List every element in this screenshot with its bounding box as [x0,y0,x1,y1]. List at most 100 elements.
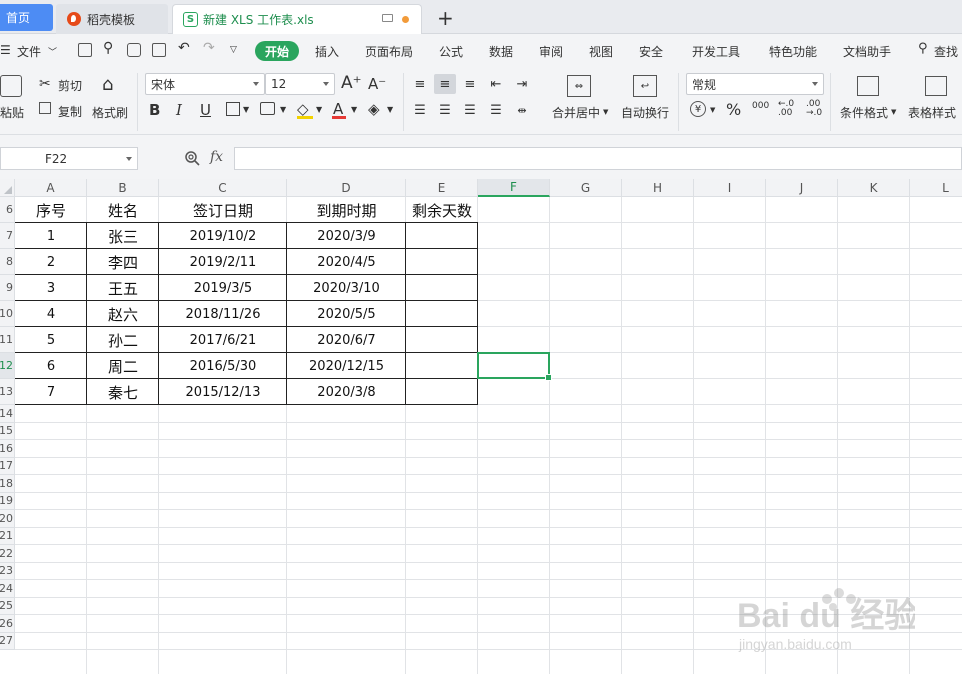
menu-file[interactable]: 文件 [17,43,41,60]
tab-template[interactable]: 稻壳模板 [56,4,168,34]
redo-icon[interactable]: ↷ [203,40,215,56]
column-header-l[interactable]: L [910,179,962,197]
undo-icon[interactable]: ↶ [178,40,190,56]
column-header-a[interactable]: A [15,179,87,197]
row-header-25[interactable]: 25 [0,597,15,615]
chevron-down-icon[interactable]: ▼ [316,105,322,114]
distribute-icon[interactable]: ⇹ [512,100,532,120]
underline-button[interactable]: U [200,101,211,119]
align-center-icon[interactable]: ☰ [434,100,456,120]
menu-review[interactable]: 审阅 [539,43,563,60]
selected-cell[interactable] [477,352,552,381]
table-cell[interactable]: 6 [15,353,87,379]
table-cell[interactable]: 孙二 [87,327,159,353]
table-cell[interactable]: 7 [15,379,87,405]
font-name-select[interactable]: 宋体 [145,73,265,95]
zoom-icon[interactable] [184,150,200,166]
decrease-indent-icon[interactable]: ⇤ [486,74,506,94]
column-header-i[interactable]: I [694,179,766,197]
row-header-23[interactable]: 23 [0,562,15,580]
menu-search[interactable]: 查找 [934,43,958,60]
table-cell[interactable] [406,301,478,327]
table-cell[interactable] [406,353,478,379]
menu-home[interactable]: 开始 [255,41,299,61]
column-header-k[interactable]: K [838,179,910,197]
column-header-e[interactable]: E [406,179,478,197]
row-header-22[interactable]: 22 [0,545,15,563]
column-header-f[interactable]: F [478,179,550,197]
menu-view[interactable]: 视图 [589,43,613,60]
name-box[interactable]: F22 [0,147,138,170]
column-header-g[interactable]: G [550,179,622,197]
format-painter-button[interactable]: 格式刷 [92,104,128,121]
menu-data[interactable]: 数据 [489,43,513,60]
row-header-15[interactable]: 15 [0,422,15,440]
table-cell[interactable]: 李四 [87,249,159,275]
decrease-decimal-icon[interactable]: .00 →.0 [806,100,822,118]
format-painter-icon[interactable]: ⌂ [102,74,113,95]
column-header-c[interactable]: C [159,179,287,197]
monitor-icon[interactable] [382,14,393,22]
print-icon[interactable] [127,43,141,57]
italic-button[interactable]: I [176,101,182,119]
align-middle-icon[interactable]: ≡ [434,74,456,94]
table-cell[interactable] [406,249,478,275]
row-header-20[interactable]: 20 [0,510,15,528]
bold-button[interactable]: B [149,101,160,119]
conditional-format-button[interactable]: 条件格式 [840,104,888,121]
table-cell[interactable]: 2020/3/9 [287,223,406,249]
table-cell[interactable]: 2020/3/10 [287,275,406,301]
table-cell[interactable]: 4 [15,301,87,327]
row-header-6[interactable]: 6 [0,197,15,223]
menu-developer[interactable]: 开发工具 [692,43,740,60]
thousands-separator-button[interactable]: 000 [752,101,769,111]
row-header-9[interactable]: 9 [0,275,15,301]
tab-home[interactable]: 首页 [0,4,53,31]
table-header-cell[interactable]: 签订日期 [159,197,287,223]
align-top-icon[interactable]: ≡ [410,74,430,94]
share-icon[interactable]: ⚲ [103,40,113,56]
chevron-down-icon[interactable]: ▼ [603,108,608,116]
search-icon[interactable]: ⚲ [918,41,928,56]
table-cell[interactable]: 2020/12/15 [287,353,406,379]
cut-button[interactable]: 剪切 [58,77,82,94]
table-cell[interactable]: 2020/4/5 [287,249,406,275]
paste-button[interactable]: 粘贴 [0,104,24,121]
increase-decimal-icon[interactable]: ←.0.00 [778,100,794,118]
table-cell[interactable] [406,379,478,405]
row-header-19[interactable]: 19 [0,492,15,510]
column-header-d[interactable]: D [287,179,406,197]
row-header-10[interactable]: 10 [0,301,15,327]
row-header-8[interactable]: 8 [0,249,15,275]
menu-special-features[interactable]: 特色功能 [769,43,817,60]
increase-indent-icon[interactable]: ⇥ [512,74,532,94]
fx-icon[interactable]: fx [210,149,223,165]
currency-icon[interactable]: ¥ [690,101,706,117]
row-header-16[interactable]: 16 [0,440,15,458]
select-all-corner[interactable] [0,179,15,197]
formula-input[interactable] [234,147,962,170]
font-size-select[interactable]: 12 [265,73,335,95]
copy-button[interactable]: 复制 [58,103,82,120]
border-icon[interactable] [226,102,240,116]
shrink-font-button[interactable]: A⁻ [368,75,386,93]
table-header-cell[interactable]: 序号 [15,197,87,223]
table-cell[interactable]: 2 [15,249,87,275]
row-header-13[interactable]: 13 [0,379,15,405]
wrap-text-icon[interactable]: ↩ [633,75,657,97]
table-cell[interactable]: 秦七 [87,379,159,405]
column-header-j[interactable]: J [766,179,838,197]
copy-icon[interactable] [39,102,51,114]
merge-center-icon[interactable]: ⇔ [567,75,591,97]
table-style-icon[interactable] [925,76,947,96]
table-header-cell[interactable]: 到期时期 [287,197,406,223]
save-icon[interactable] [78,43,92,57]
align-left-icon[interactable]: ☰ [410,100,430,120]
table-cell[interactable]: 赵六 [87,301,159,327]
menu-doc-assistant[interactable]: 文档助手 [843,43,891,60]
table-cell[interactable]: 2019/2/11 [159,249,287,275]
menu-security[interactable]: 安全 [639,43,663,60]
table-cell[interactable]: 3 [15,275,87,301]
eraser-icon[interactable]: ◈ [368,100,380,118]
chevron-down-icon[interactable]: ▼ [280,105,286,114]
